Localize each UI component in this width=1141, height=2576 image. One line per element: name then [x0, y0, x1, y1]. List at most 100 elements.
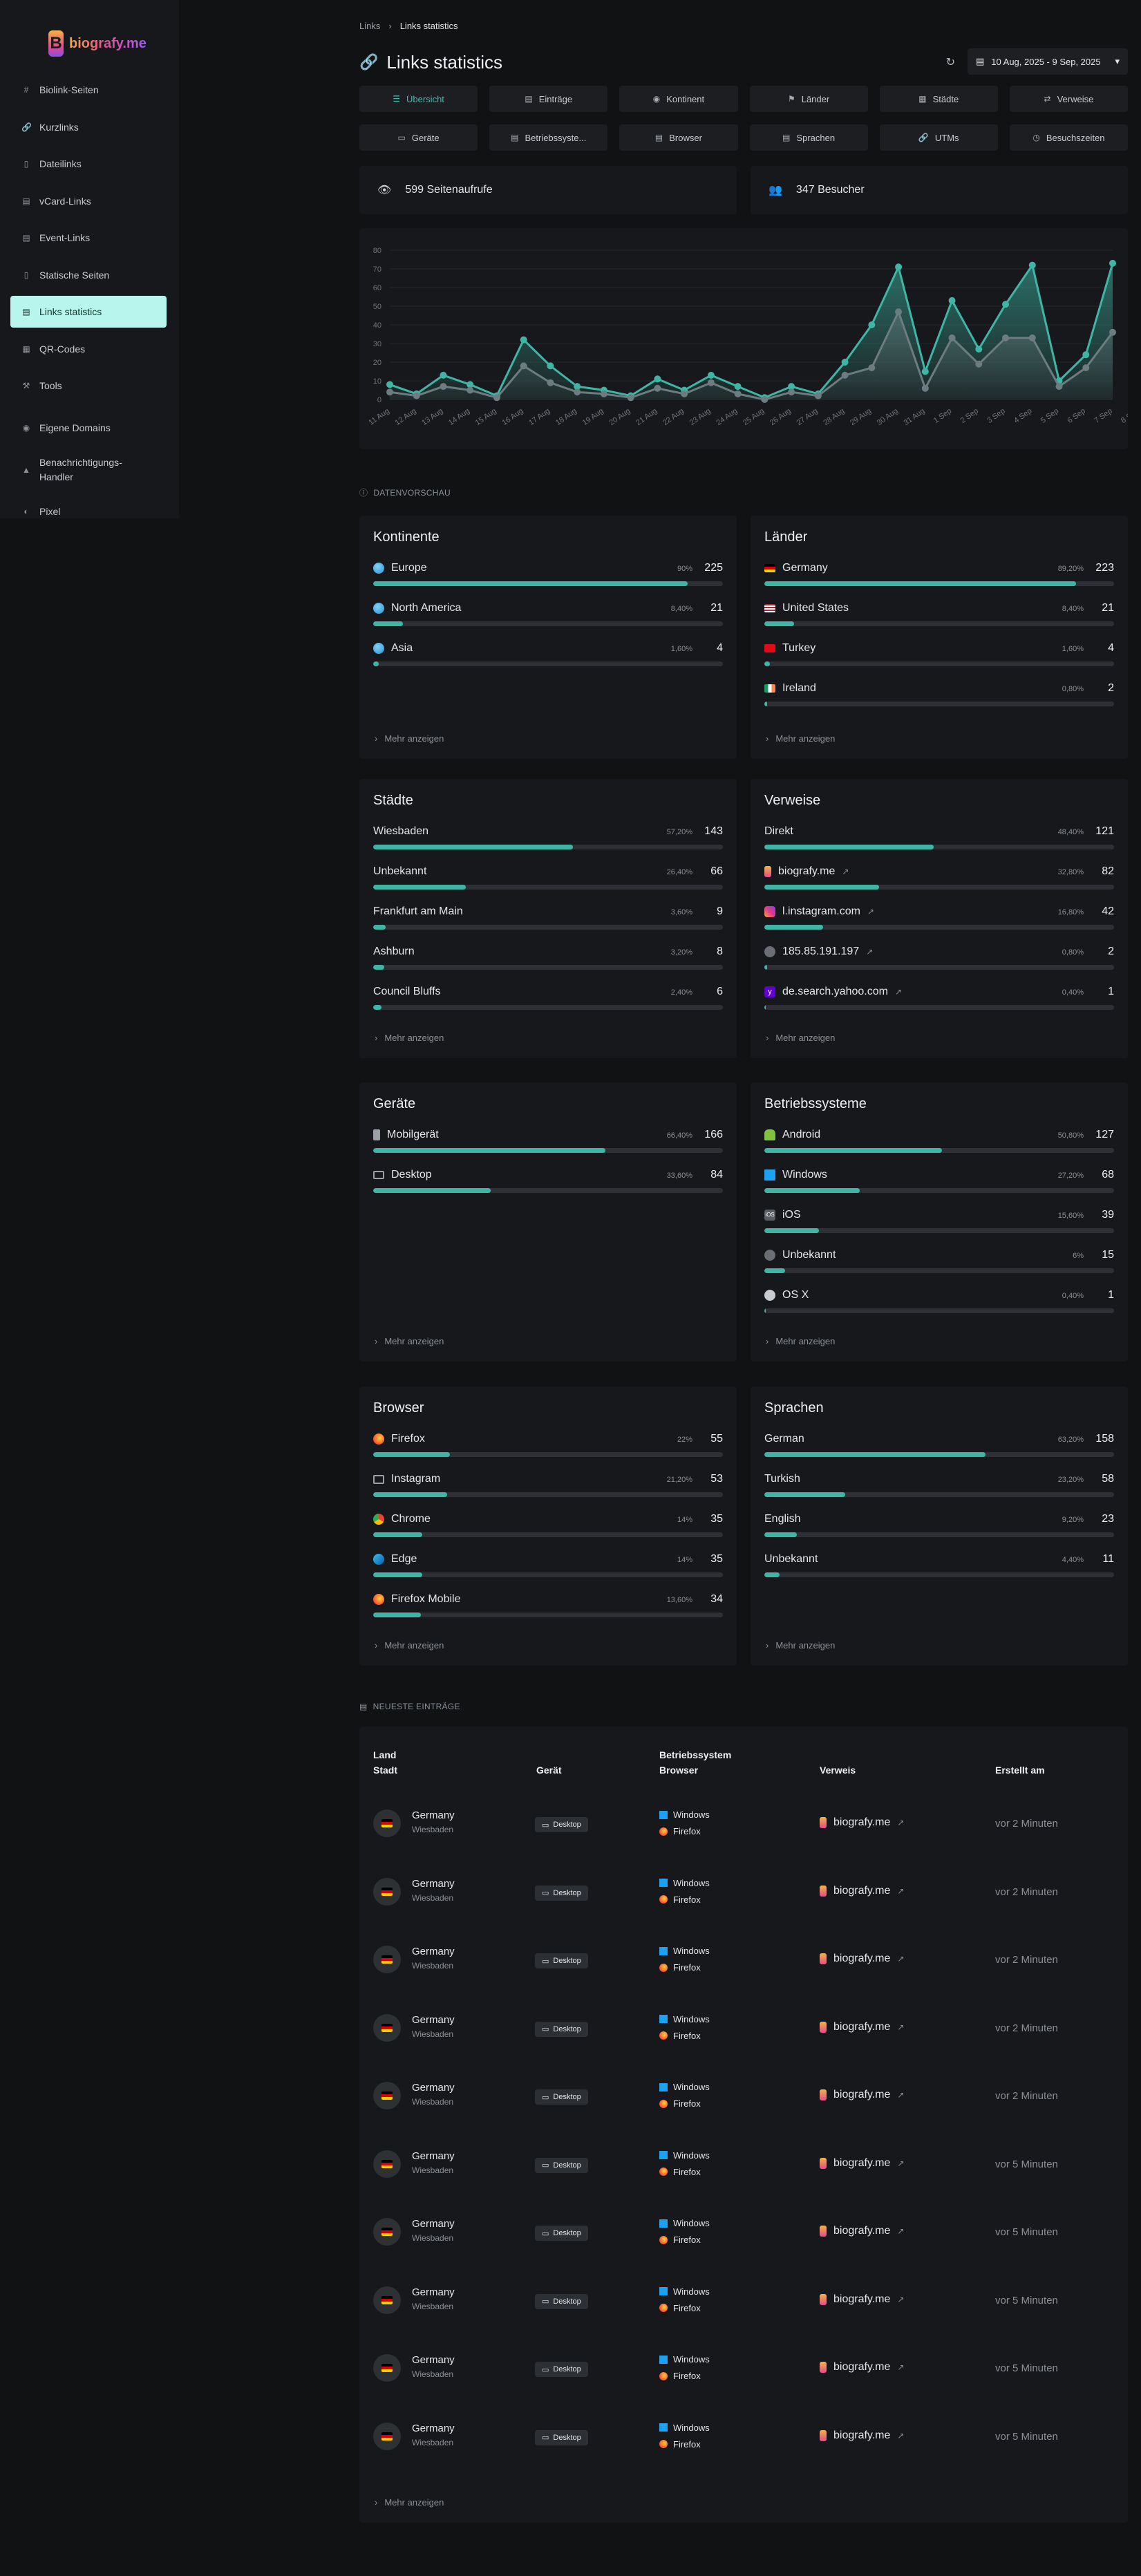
stat-row-bar-fill [373, 1005, 382, 1010]
stat-row-count: 35 [710, 1553, 723, 1565]
stat-row: Firefox 22% 55 [373, 1430, 723, 1470]
external-link-icon[interactable]: ↗ [867, 907, 874, 916]
tab-länder[interactable]: ⚑ Länder [749, 86, 868, 112]
sidebar-item-biolink-seiten[interactable]: # Biolink-Seiten [10, 74, 167, 106]
external-link-icon[interactable]: ↗ [897, 2295, 904, 2304]
sidebar-item-pixel[interactable]: ◐ Pixel [10, 496, 167, 518]
tab-sprachen[interactable]: ▤ Sprachen [749, 124, 868, 151]
sidebar-item-eigene-domains[interactable]: ◉ Eigene Domains [10, 412, 167, 444]
tab-utms[interactable]: 🔗 UTMs [879, 124, 998, 151]
external-link-icon[interactable]: ↗ [897, 2226, 904, 2236]
visitors-text: 347 Besucher [795, 184, 865, 196]
sidebar-item-tools[interactable]: ⚒ Tools [10, 370, 167, 402]
more-link[interactable]: › Mehr anzeigen [766, 1640, 835, 1651]
more-entries-link[interactable]: › Mehr anzeigen [375, 2497, 444, 2508]
sidebar-item-statische-seiten[interactable]: ▯ Statische Seiten [10, 259, 167, 291]
tab-kontinent[interactable]: ◉ Kontinent [619, 86, 738, 112]
tab-geräte[interactable]: ▭ Geräte [359, 124, 478, 151]
date-range-picker[interactable]: ▤ 10 Aug, 2025 - 9 Sep, 2025 ▾ [968, 48, 1128, 75]
desktop-icon: ▭ [542, 2365, 549, 2374]
sidebar-item-qr-codes[interactable]: ▦ QR-Codes [10, 333, 167, 365]
stat-row-percent: 4,40% [1062, 1556, 1084, 1564]
more-link[interactable]: › Mehr anzeigen [375, 1336, 444, 1346]
stat-row-count: 2 [1108, 946, 1114, 957]
biografy-icon [820, 2021, 827, 2033]
desktop-icon: ▭ [542, 1821, 549, 1830]
external-link-icon[interactable]: ↗ [897, 1886, 904, 1896]
logo[interactable]: B biografy.me [48, 30, 147, 57]
external-link-icon[interactable]: ↗ [897, 1818, 904, 1827]
card-title: Städte [373, 793, 413, 808]
external-link-icon[interactable]: ↗ [897, 2362, 904, 2372]
stat-row-percent: 9,20% [1062, 1516, 1084, 1524]
tab-betriebssyste-[interactable]: ▤ Betriebssyste... [489, 124, 608, 151]
stat-row-bar [373, 581, 723, 586]
stat-row-bar-fill [764, 1005, 766, 1010]
stat-row: Europe 90% 225 [373, 559, 723, 599]
more-link[interactable]: › Mehr anzeigen [375, 1033, 444, 1043]
tab-browser[interactable]: ▤ Browser [619, 124, 738, 151]
stat-row-percent: 21,20% [666, 1476, 692, 1484]
stat-row-count: 1 [1108, 1289, 1114, 1301]
breadcrumb-parent[interactable]: Links [359, 21, 380, 31]
row-referrer: biografy.me [833, 2361, 891, 2373]
y-tick-label: 20 [373, 359, 381, 367]
android-icon [764, 1129, 775, 1140]
sidebar-item-vcard-links[interactable]: ▤ vCard-Links [10, 185, 167, 217]
external-link-icon[interactable]: ↗ [897, 2431, 904, 2441]
external-link-icon[interactable]: ↗ [842, 867, 849, 876]
firefox-icon [659, 2235, 668, 2244]
series-0-point [841, 359, 849, 366]
external-link-icon[interactable]: ↗ [866, 947, 873, 957]
external-link-icon[interactable]: ↗ [897, 2159, 904, 2168]
sidebar-item-links-statistics[interactable]: ▤ Links statistics [10, 296, 167, 328]
external-link-icon[interactable]: ↗ [897, 2022, 904, 2032]
refresh-icon[interactable]: ↻ [946, 55, 955, 69]
x-tick-label: 25 Aug [742, 407, 766, 427]
tab-besuchszeiten[interactable]: ◷ Besuchszeiten [1009, 124, 1128, 151]
desktop-icon: ▭ [397, 133, 406, 142]
sidebar: B biografy.me # Biolink-Seiten 🔗 Kurzlinks ▯… [0, 0, 179, 518]
external-link-icon[interactable]: ↗ [897, 1954, 904, 1964]
tab-städte[interactable]: ▦ Städte [879, 86, 998, 112]
stat-row-label: de.search.yahoo.com [782, 986, 888, 997]
row-device: Desktop [553, 1888, 581, 1897]
flag-de-icon [381, 2364, 393, 2372]
desktop-icon: ▭ [542, 1889, 549, 1897]
tab-verweise[interactable]: ⇄ Verweise [1009, 86, 1128, 112]
sidebar-item-benachrichtigungs-handler[interactable]: ▲ Benachrichtigungs-Handler [10, 449, 167, 491]
stat-row-count: 84 [710, 1169, 723, 1181]
row-time: vor 2 Minuten [995, 1818, 1058, 1830]
stat-row-count: 68 [1102, 1169, 1114, 1181]
more-link[interactable]: › Mehr anzeigen [375, 733, 444, 744]
stat-row-bar [764, 1005, 1114, 1010]
breadcrumb-current: Links statistics [399, 21, 458, 31]
more-link[interactable]: › Mehr anzeigen [766, 733, 835, 744]
card-title: Geräte [373, 1096, 416, 1111]
stat-row-label: Germany [782, 562, 828, 574]
more-link[interactable]: › Mehr anzeigen [766, 1336, 835, 1346]
more-link[interactable]: › Mehr anzeigen [766, 1033, 835, 1043]
device-badge: ▭ Desktop [535, 2226, 588, 2241]
stat-row-label-wrap: Wiesbaden [373, 825, 428, 838]
row-referrer: biografy.me [833, 1953, 891, 1964]
stat-row-count: 143 [704, 825, 723, 837]
external-link-icon[interactable]: ↗ [895, 987, 902, 997]
language-icon: ▤ [782, 133, 791, 142]
external-link-icon[interactable]: ↗ [897, 2090, 904, 2100]
avatar [373, 2150, 401, 2178]
row-os: Windows [673, 1809, 710, 1820]
tab-einträge[interactable]: ▤ Einträge [489, 86, 608, 112]
more-link[interactable]: › Mehr anzeigen [375, 1640, 444, 1651]
stat-row: Asia 1,60% 4 [373, 639, 723, 679]
stat-row-bar-fill [764, 702, 768, 706]
id-card-icon: ▤ [22, 196, 30, 206]
y-tick-label: 40 [373, 321, 381, 330]
tab-übersicht[interactable]: ☰ Übersicht [359, 86, 478, 112]
sidebar-item-event-links[interactable]: ▤ Event-Links [10, 222, 167, 254]
series-1-point [627, 394, 634, 402]
sidebar-item-kurzlinks[interactable]: 🔗 Kurzlinks [10, 111, 167, 143]
card-title: Browser [373, 1400, 424, 1416]
sidebar-item-dateilinks[interactable]: ▯ Dateilinks [10, 148, 167, 180]
sidebar-item-label: Benachrichtigungs-Handler [39, 456, 122, 482]
